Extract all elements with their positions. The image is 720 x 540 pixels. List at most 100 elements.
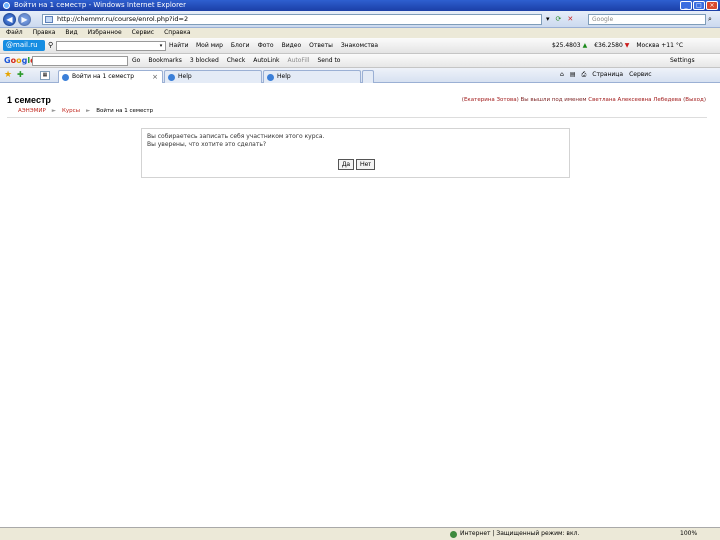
maximize-button[interactable]: □ [693, 1, 705, 10]
user-link[interactable]: Светлана Алексеевна Лебедева [588, 97, 681, 103]
user-link[interactable]: Екатерина Зотова [464, 97, 517, 103]
dropdown-icon[interactable]: ▾ [546, 15, 550, 23]
search-icon[interactable]: ⌕ [708, 14, 718, 25]
window-title: Войти на 1 семестр - Windows Internet Ex… [14, 1, 186, 9]
security-zone[interactable]: Интернет | Защищенный режим: вкл. [450, 528, 579, 540]
stop-icon[interactable]: ✕ [567, 15, 573, 23]
refresh-icon[interactable]: ⟳ [556, 15, 562, 23]
google-go-button[interactable]: Go [132, 57, 140, 64]
menu-help[interactable]: Справка [164, 28, 190, 38]
mailru-search-icon[interactable]: ⚲ [48, 41, 53, 49]
menu-bar: Файл Правка Вид Избранное Сервис Справка [0, 28, 720, 38]
minimize-button[interactable]: _ [680, 1, 692, 10]
home-icon[interactable]: ⌂ [560, 71, 564, 79]
menu-favorites[interactable]: Избранное [88, 28, 122, 38]
breadcrumb-separator-icon: ► [51, 108, 56, 114]
page-favicon-icon [62, 74, 69, 81]
google-logo-letter: G [4, 56, 11, 65]
tab-label: Help [178, 73, 192, 80]
weather[interactable]: Москва +11 °C [636, 42, 683, 49]
eur-rate-value: €36.2580 [594, 42, 623, 49]
security-zone-text: Интернет | Защищенный режим: вкл. [460, 530, 580, 537]
menu-tools[interactable]: Сервис [132, 28, 154, 38]
breadcrumb-site[interactable]: АЭНЭМИР [18, 108, 46, 114]
tab-label: Help [277, 73, 291, 80]
mailru-logo[interactable]: @mail.ru [3, 40, 45, 51]
confirm-message-2: Вы уверены, что хотите это сделать? [147, 141, 267, 148]
mailru-item-answers[interactable]: Ответы [309, 42, 333, 49]
mailru-toolbar: @mail.ru ⚲ ▾ Найти Мой мир Блоги Фото Ви… [0, 38, 720, 54]
course-title: 1 семестр [7, 95, 51, 105]
favorites-star-icon[interactable]: ★ [4, 70, 12, 80]
user-info-text: ) Вы вышли под именем [516, 97, 587, 103]
confirm-message-1: Вы собираетесь записать себя участником … [147, 133, 325, 140]
close-tab-icon[interactable]: × [152, 71, 158, 83]
forward-button[interactable]: ▶ [18, 13, 31, 26]
google-logo[interactable]: Google [4, 56, 36, 65]
help-favicon-icon [168, 74, 175, 81]
help-favicon-icon [267, 74, 274, 81]
address-bar: ◀ ▶ http://chemmr.ru/course/enrol.php?id… [0, 11, 720, 28]
arrow-up-icon: ▲ [582, 42, 588, 49]
page-icon [45, 16, 53, 23]
search-input[interactable]: Google [588, 14, 706, 25]
tab-bar: ★ ✚ ▦ Войти на 1 семестр × Help Help ⌂ ▤… [0, 68, 720, 83]
google-bookmarks[interactable]: Bookmarks [148, 57, 182, 64]
google-search-input[interactable] [32, 56, 128, 66]
enrol-confirm-box: Вы собираетесь записать себя участником … [141, 128, 570, 178]
page-content: 1 семестр (Екатерина Зотова) Вы вышли по… [0, 84, 720, 527]
user-info-text: ) [703, 97, 706, 103]
google-autolink[interactable]: AutoLink [253, 57, 279, 64]
add-favorite-icon[interactable]: ✚ [17, 70, 24, 79]
breadcrumb-current: Войти на 1 семестр [96, 108, 154, 114]
menu-view[interactable]: Вид [65, 28, 77, 38]
zoom-level[interactable]: 100% [680, 528, 697, 540]
page-menu[interactable]: Страница [592, 71, 623, 79]
new-tab-button[interactable] [362, 70, 374, 83]
google-sendto[interactable]: Send to [317, 57, 340, 64]
user-info: (Екатерина Зотова) Вы вышли под именем С… [462, 97, 706, 103]
google-popup-blocked[interactable]: 3 blocked [190, 57, 219, 64]
google-autofill[interactable]: AutoFill [287, 57, 309, 64]
status-bar: Интернет | Защищенный режим: вкл. 100% [0, 527, 720, 540]
mailru-item-blogs[interactable]: Блоги [231, 42, 250, 49]
breadcrumb-courses[interactable]: Курсы [62, 108, 80, 114]
google-check[interactable]: Check [227, 57, 245, 64]
google-settings[interactable]: Settings [670, 57, 695, 64]
mailru-item-myworld[interactable]: Мой мир [196, 42, 223, 49]
globe-icon [450, 531, 457, 538]
logout-link[interactable]: Выход [685, 97, 704, 103]
arrow-down-icon: ▼ [624, 42, 630, 49]
tab-label: Войти на 1 семестр [72, 73, 135, 80]
menu-edit[interactable]: Правка [33, 28, 56, 38]
close-window-button[interactable]: × [706, 1, 718, 10]
tab-help-2[interactable]: Help [263, 70, 361, 83]
yes-button[interactable]: Да [338, 159, 355, 170]
eur-rate[interactable]: €36.2580 ▼ [594, 42, 629, 49]
url-text: http://chemmr.ru/course/enrol.php?id=2 [57, 15, 189, 23]
mailru-find-button[interactable]: Найти [169, 42, 188, 49]
usd-rate[interactable]: $25.4803 ▲ [552, 42, 587, 49]
mailru-item-dating[interactable]: Знакомства [341, 42, 378, 49]
breadcrumb: АЭНЭМИР ► Курсы ► Войти на 1 семестр [18, 108, 153, 114]
usd-rate-value: $25.4803 [552, 42, 581, 49]
ie-logo-icon [3, 2, 10, 9]
no-button[interactable]: Нет [356, 159, 376, 170]
tab-list-icon[interactable]: ▦ [40, 71, 50, 80]
google-toolbar: Google Go Bookmarks 3 blocked Check Auto… [0, 54, 720, 68]
tab-enrol[interactable]: Войти на 1 семестр × [58, 70, 163, 83]
mailru-item-video[interactable]: Видео [282, 42, 302, 49]
mailru-item-photo[interactable]: Фото [258, 42, 274, 49]
url-input[interactable]: http://chemmr.ru/course/enrol.php?id=2 [42, 14, 542, 25]
mailru-search-input[interactable]: ▾ [56, 41, 166, 51]
feeds-icon[interactable]: ▤ [570, 71, 576, 79]
breadcrumb-separator-icon: ► [86, 108, 91, 114]
tools-menu[interactable]: Сервис [629, 71, 651, 79]
tab-help-1[interactable]: Help [164, 70, 262, 83]
print-icon[interactable]: ⎙ [581, 71, 586, 79]
back-button[interactable]: ◀ [3, 13, 16, 26]
chevron-down-icon[interactable]: ▾ [157, 42, 165, 50]
window-titlebar: Войти на 1 семестр - Windows Internet Ex… [0, 0, 720, 11]
header-divider [7, 117, 707, 118]
menu-file[interactable]: Файл [6, 28, 23, 38]
